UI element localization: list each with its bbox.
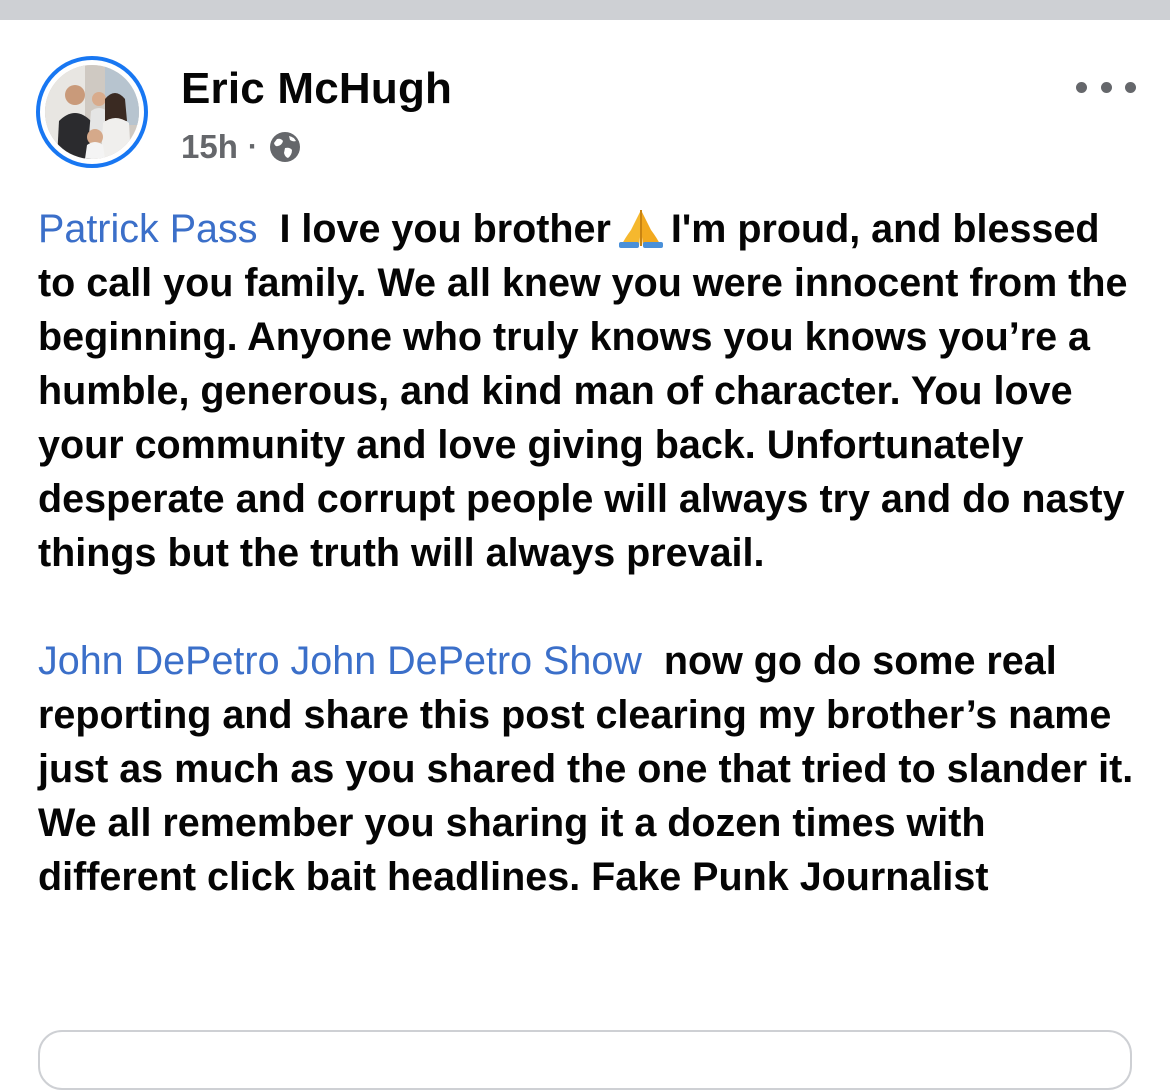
post-paragraph-2: John DePetro John DePetro Show now go do… [38,634,1138,904]
more-dot [1100,81,1112,93]
author-avatar[interactable] [36,56,148,168]
mention-john-depetro-show[interactable]: John DePetro Show [291,639,642,683]
meta-separator: · [247,130,258,163]
mention-john-depetro[interactable]: John DePetro [38,639,280,683]
feed-separator [0,0,1170,20]
mention-patrick-pass[interactable]: Patrick Pass [38,207,258,251]
post-timestamp[interactable]: 15h [181,128,238,166]
more-options-button[interactable] [1076,72,1136,102]
more-dot [1125,81,1136,93]
author-name[interactable]: Eric McHugh [181,64,452,114]
paragraph-1-text-start: I love you brother [279,207,611,251]
post-body: Patrick Pass I love you brother I'm prou… [38,202,1138,904]
attached-post-preview[interactable] [38,1030,1132,1090]
folded-hands-emoji [618,210,663,248]
post-paragraph-1: Patrick Pass I love you brother I'm prou… [38,202,1138,580]
avatar-photo [45,65,139,159]
paragraph-1-text-end: I'm proud, and blessed to call you famil… [38,207,1128,575]
post-meta: 15h · [181,127,302,167]
globe-icon[interactable] [268,130,302,164]
post-card: Eric McHugh 15h · Patrick Pass I love yo… [0,20,1170,1090]
more-dot [1076,81,1087,93]
